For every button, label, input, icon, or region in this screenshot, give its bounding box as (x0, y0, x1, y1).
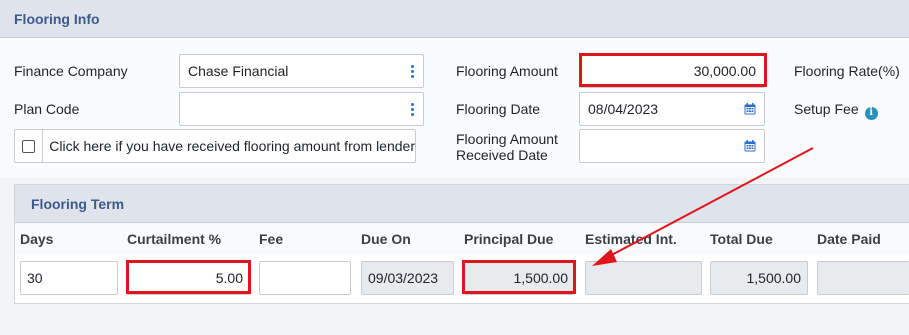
annotation-arrow (592, 147, 814, 266)
